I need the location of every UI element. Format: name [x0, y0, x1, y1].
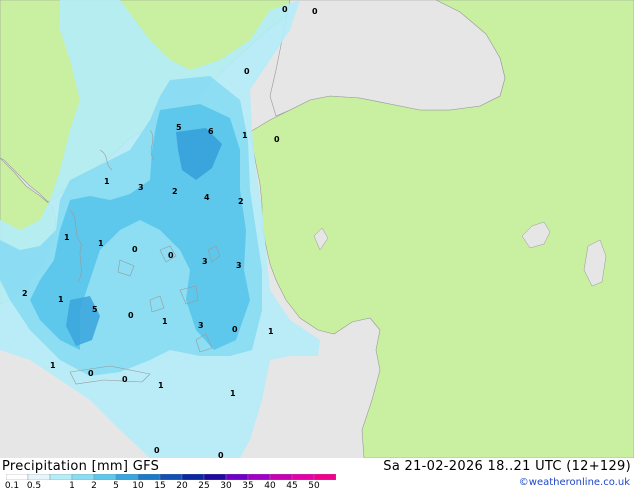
- value-label: 5: [92, 305, 98, 314]
- value-label: 0: [122, 375, 128, 384]
- value-label: 0: [274, 135, 280, 144]
- scale-swatch: [203, 474, 227, 480]
- scale-swatch: [93, 474, 117, 480]
- valid-datetime: Sa 21-02-2026 18..21 UTC (12+129): [383, 459, 631, 474]
- value-label: 0: [168, 251, 174, 260]
- scale-swatch: [247, 474, 271, 480]
- scale-swatch: [269, 474, 293, 480]
- scale-swatch: [159, 474, 183, 480]
- scale-swatch: [291, 474, 315, 480]
- value-label: 0: [282, 5, 288, 14]
- value-label: 0: [88, 369, 94, 378]
- credit-link[interactable]: ©weatheronline.co.uk: [519, 477, 630, 488]
- value-label: 0: [128, 311, 134, 320]
- value-label: 0: [154, 446, 160, 455]
- footer: Precipitation [mm] GFS Sa 21-02-2026 18.…: [0, 458, 634, 491]
- value-label: 1: [104, 177, 110, 186]
- scale-swatch: [115, 474, 139, 480]
- value-label: 0: [244, 67, 250, 76]
- scale-swatch: [181, 474, 205, 480]
- scale-swatch: [6, 474, 29, 480]
- scale-swatch: [313, 474, 336, 480]
- scale-swatch: [71, 474, 95, 480]
- value-label: 1: [162, 317, 168, 326]
- value-label: 1: [64, 233, 70, 242]
- value-label: 1: [230, 389, 236, 398]
- value-label: 2: [238, 197, 244, 206]
- value-label: 1: [242, 131, 248, 140]
- value-label: 1: [98, 239, 104, 248]
- color-scale: [6, 474, 336, 480]
- value-label: 4: [204, 193, 210, 202]
- value-label: 0: [132, 245, 138, 254]
- value-label: 5: [176, 123, 182, 132]
- value-label: 3: [236, 261, 242, 270]
- value-label: 1: [50, 361, 56, 370]
- value-label: 2: [22, 289, 28, 298]
- scale-swatch: [137, 474, 161, 480]
- value-label: 0: [218, 451, 224, 458]
- value-label: 1: [158, 381, 164, 390]
- scale-swatch: [27, 474, 51, 480]
- value-label: 0: [312, 7, 318, 16]
- scale-swatch: [225, 474, 249, 480]
- scale-swatch: [49, 474, 73, 480]
- value-label: 3: [138, 183, 144, 192]
- map-title: Precipitation [mm] GFS: [2, 459, 160, 474]
- value-label: 1: [268, 327, 274, 336]
- value-label: 0: [232, 325, 238, 334]
- value-label: 1: [58, 295, 64, 304]
- value-label: 3: [198, 321, 204, 330]
- precipitation-map: 0 0 0 5 6 1 0 1 3 2 4 2 1 1 0 0 3 3 2 1 …: [0, 0, 634, 458]
- value-label: 6: [208, 127, 214, 136]
- map-canvas: 0 0 0 5 6 1 0 1 3 2 4 2 1 1 0 0 3 3 2 1 …: [0, 0, 634, 458]
- value-label: 3: [202, 257, 208, 266]
- value-label: 2: [172, 187, 178, 196]
